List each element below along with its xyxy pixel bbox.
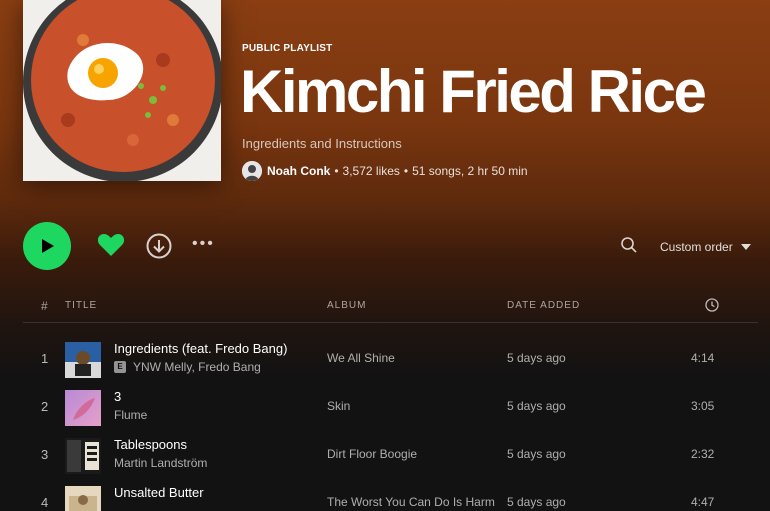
tracklist-header: # TITLE ALBUM DATE ADDED bbox=[23, 293, 758, 323]
download-button[interactable] bbox=[145, 232, 173, 260]
track-artwork bbox=[65, 390, 101, 426]
explicit-badge: E bbox=[114, 361, 126, 373]
track-artist-names[interactable]: YNW Melly, Fredo Bang bbox=[133, 360, 261, 374]
table-row[interactable]: 2 3 Flume Skin 5 days ago 3:05 bbox=[23, 384, 758, 432]
track-artwork bbox=[65, 342, 101, 378]
track-duration: 4:47 bbox=[691, 495, 715, 509]
table-row[interactable]: 4 Unsalted Butter The Worst You Can Do I… bbox=[23, 480, 758, 511]
total-duration: 2 hr 50 min bbox=[467, 164, 528, 178]
track-duration: 4:14 bbox=[691, 351, 715, 365]
search-in-playlist-button[interactable] bbox=[620, 236, 640, 256]
track-date-added: 5 days ago bbox=[507, 447, 566, 461]
track-album[interactable]: Dirt Floor Boogie bbox=[327, 447, 495, 461]
track-artist: Martin Landström bbox=[114, 456, 207, 470]
track-artwork bbox=[65, 438, 101, 474]
track-artist-names[interactable]: Flume bbox=[114, 408, 147, 422]
track-number: 4 bbox=[41, 495, 49, 510]
track-date-added: 5 days ago bbox=[507, 351, 566, 365]
owner-link[interactable]: Noah Conk bbox=[267, 164, 330, 178]
table-row[interactable]: 1 Ingredients (feat. Fredo Bang) E YNW M… bbox=[23, 336, 758, 384]
play-button[interactable] bbox=[23, 222, 71, 270]
clock-icon[interactable] bbox=[705, 298, 719, 312]
track-number: 2 bbox=[41, 399, 49, 414]
playlist-header: PUBLIC PLAYLIST Kimchi Fried Rice Ingred… bbox=[0, 0, 770, 200]
songs-count: 51 songs, bbox=[412, 164, 465, 178]
column-header-number: # bbox=[41, 299, 48, 313]
more-options-button[interactable]: ••• bbox=[192, 234, 222, 258]
track-duration: 3:05 bbox=[691, 399, 715, 413]
play-icon bbox=[42, 239, 54, 253]
heart-icon bbox=[97, 234, 125, 256]
track-number: 3 bbox=[41, 447, 49, 462]
playlist-cover bbox=[23, 0, 221, 181]
track-title[interactable]: Tablespoons bbox=[114, 437, 187, 452]
column-header-title[interactable]: TITLE bbox=[65, 300, 97, 311]
action-bar: ••• Custom order bbox=[0, 222, 770, 270]
like-button[interactable] bbox=[97, 232, 127, 260]
playlist-type-label: PUBLIC PLAYLIST bbox=[242, 43, 333, 54]
download-icon bbox=[146, 233, 172, 259]
avatar[interactable] bbox=[242, 161, 262, 181]
track-artist: E YNW Melly, Fredo Bang bbox=[114, 360, 261, 374]
sort-dropdown[interactable]: Custom order bbox=[660, 238, 751, 256]
track-album[interactable]: We All Shine bbox=[327, 351, 495, 365]
playlist-description: Ingredients and Instructions bbox=[242, 136, 402, 151]
track-album[interactable]: Skin bbox=[327, 399, 495, 413]
track-duration: 2:32 bbox=[691, 447, 715, 461]
page-title: Kimchi Fried Rice bbox=[240, 58, 707, 125]
track-title[interactable]: Unsalted Butter bbox=[114, 485, 204, 500]
caret-down-icon bbox=[740, 244, 751, 250]
track-number: 1 bbox=[41, 351, 49, 366]
track-album[interactable]: The Worst You Can Do Is Harm bbox=[327, 495, 495, 509]
track-artist: Flume bbox=[114, 408, 147, 422]
meta-separator: • bbox=[334, 164, 339, 178]
track-artwork bbox=[65, 486, 101, 511]
likes-count: 3,572 likes bbox=[342, 164, 400, 178]
search-icon bbox=[621, 237, 637, 253]
table-row[interactable]: 3 Tablespoons Martin Landström Dirt Floo… bbox=[23, 432, 758, 480]
column-header-date-added[interactable]: DATE ADDED bbox=[507, 300, 580, 311]
column-header-album[interactable]: ALBUM bbox=[327, 300, 366, 311]
sort-label: Custom order bbox=[660, 240, 733, 254]
track-title[interactable]: Ingredients (feat. Fredo Bang) bbox=[114, 341, 287, 356]
track-date-added: 5 days ago bbox=[507, 495, 566, 509]
track-title[interactable]: 3 bbox=[114, 389, 121, 404]
playlist-meta: Noah Conk • 3,572 likes • 51 songs, 2 hr… bbox=[242, 160, 528, 182]
track-date-added: 5 days ago bbox=[507, 399, 566, 413]
meta-separator: • bbox=[403, 164, 409, 178]
track-artist-names[interactable]: Martin Landström bbox=[114, 456, 207, 470]
